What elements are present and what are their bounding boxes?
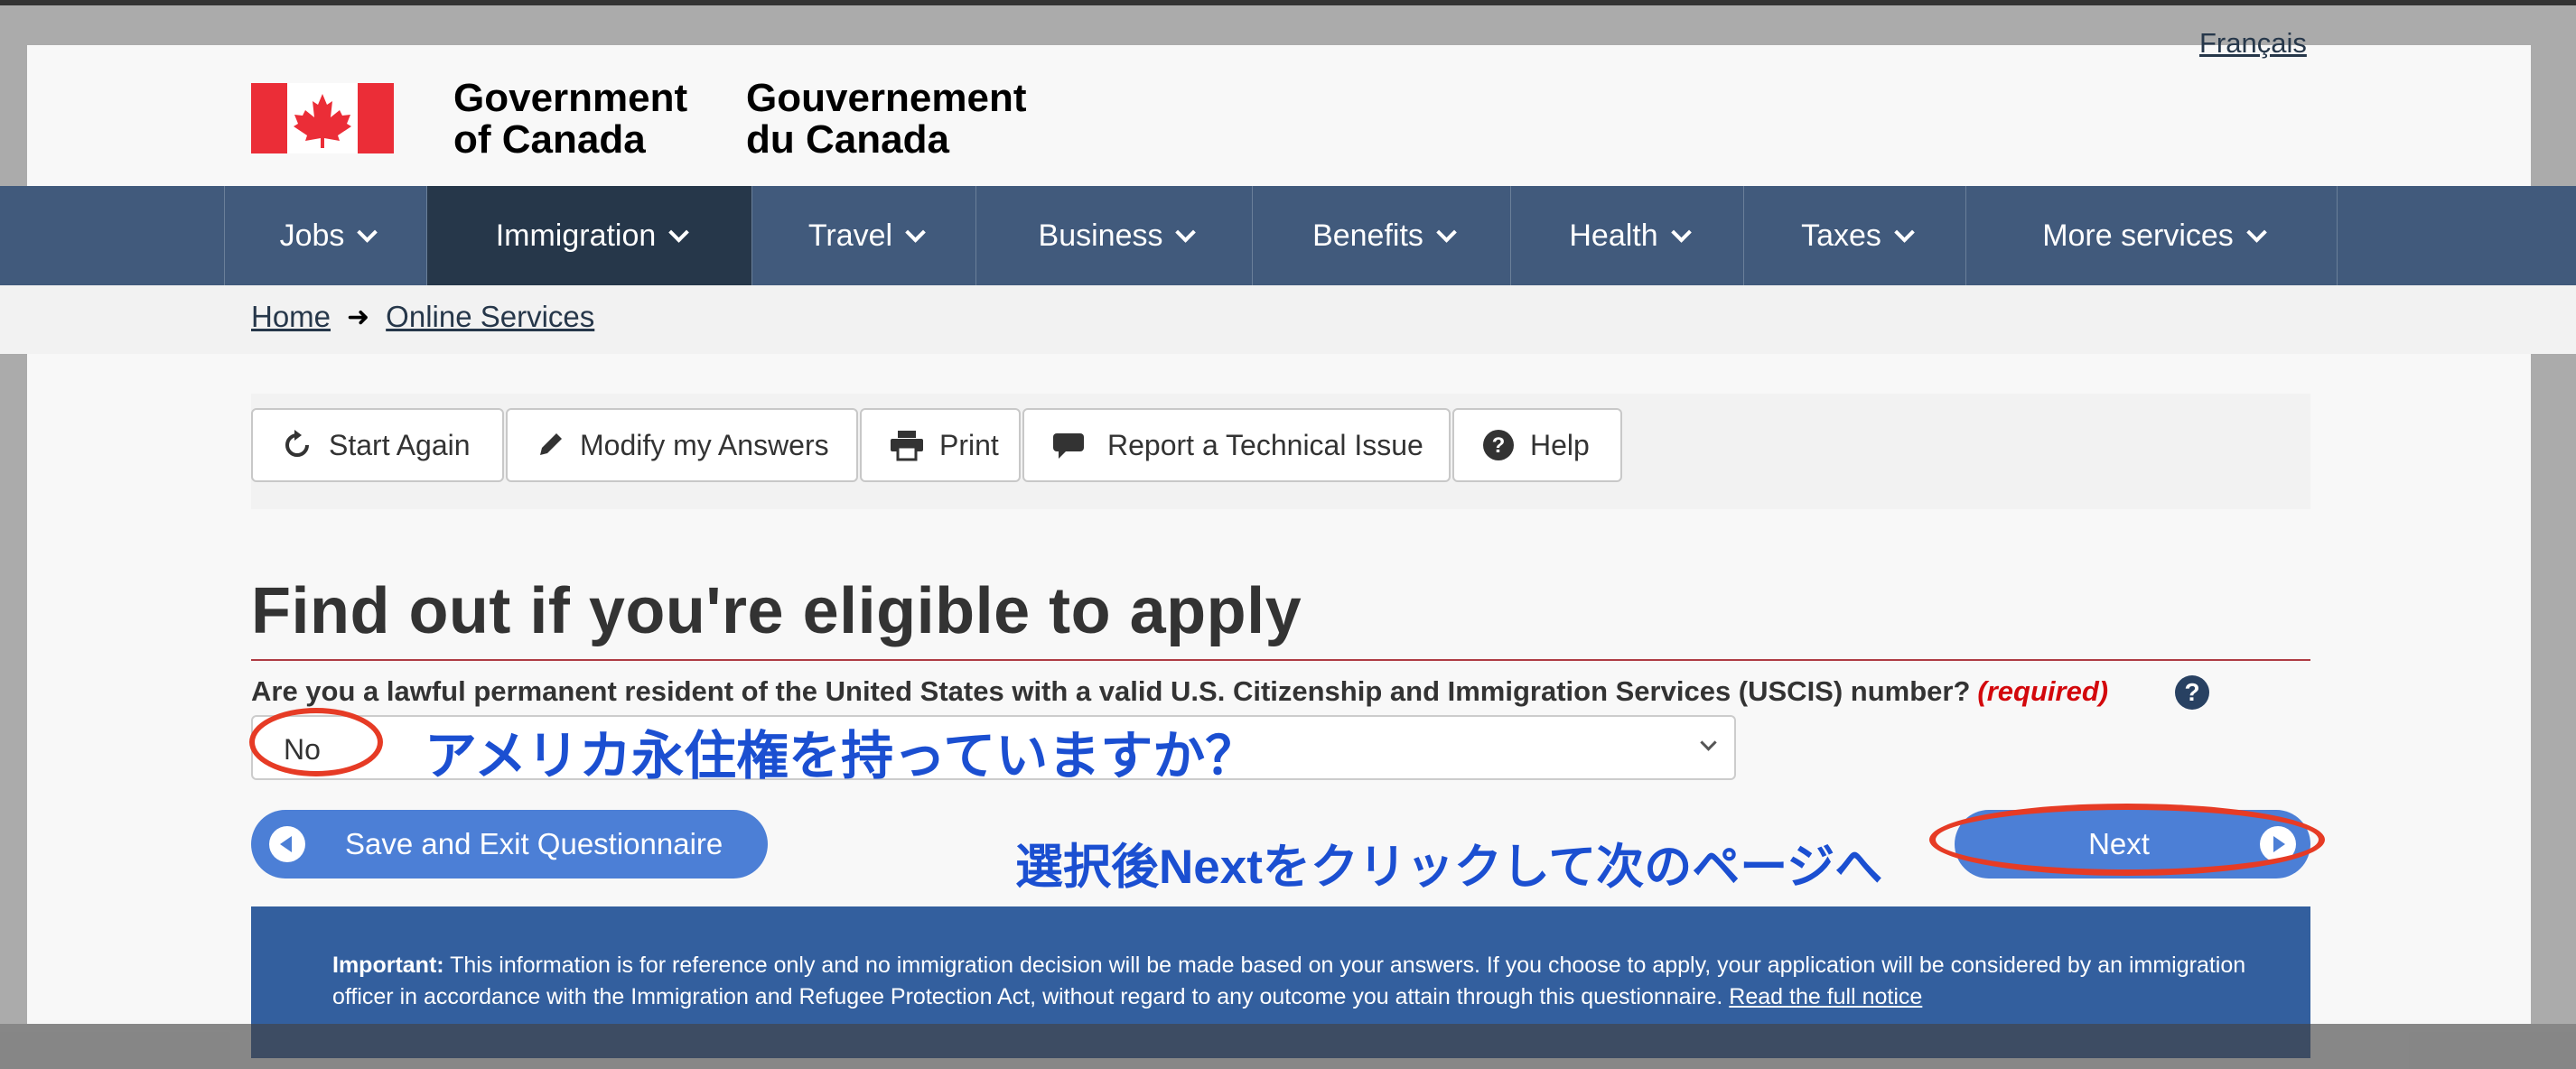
overlay-top xyxy=(0,5,2576,45)
menu-item-travel[interactable]: Travel xyxy=(751,186,975,285)
arrow-left-circle-icon xyxy=(269,826,305,862)
chevron-down-icon xyxy=(1894,222,1915,243)
menu-divider xyxy=(2337,186,2338,285)
brand-french: Gouvernement du Canada xyxy=(746,78,1027,161)
required-marker: (required) xyxy=(1977,675,2109,707)
breadcrumb-home-link[interactable]: Home xyxy=(251,300,331,334)
annotation-ring-select xyxy=(249,708,383,776)
report-issue-label: Report a Technical Issue xyxy=(1107,428,1423,461)
help-button[interactable]: ? Help xyxy=(1452,408,1622,482)
print-label: Print xyxy=(939,428,999,461)
chevron-down-icon xyxy=(1436,222,1457,243)
printer-icon xyxy=(891,431,923,461)
menu-item-label: Taxes xyxy=(1801,218,1881,253)
menu-item-label: Immigration xyxy=(495,218,657,253)
chevron-down-icon xyxy=(357,222,378,243)
chevron-down-icon xyxy=(1670,222,1692,243)
page-title: Find out if you're eligible to apply xyxy=(251,575,1302,647)
start-again-button[interactable]: Start Again xyxy=(251,408,504,482)
breadcrumb: Home ➜ Online Services xyxy=(251,300,594,334)
menu-item-label: Jobs xyxy=(279,218,345,253)
refresh-icon xyxy=(285,430,309,457)
chat-bubble-icon xyxy=(1053,433,1084,459)
menu-item-jobs[interactable]: Jobs xyxy=(224,186,426,285)
canada-flag-icon xyxy=(251,83,394,153)
menu-item-immigration[interactable]: Immigration xyxy=(426,186,751,285)
svg-text:?: ? xyxy=(1492,433,1506,458)
menu-item-label: Health xyxy=(1569,218,1658,253)
brand-fr-line1: Gouvernement xyxy=(746,76,1027,120)
menu-item-label: Benefits xyxy=(1312,218,1423,253)
report-issue-button[interactable]: Report a Technical Issue xyxy=(1022,408,1451,482)
chevron-down-icon xyxy=(1175,222,1197,243)
language-toggle-link[interactable]: Français xyxy=(2199,27,2307,60)
menu-item-health[interactable]: Health xyxy=(1510,186,1743,285)
save-exit-button[interactable]: Save and Exit Questionnaire xyxy=(251,810,768,878)
menu-item-taxes[interactable]: Taxes xyxy=(1743,186,1965,285)
start-again-label: Start Again xyxy=(329,428,471,461)
help-label: Help xyxy=(1530,428,1590,461)
menu-item-label: Travel xyxy=(807,218,893,253)
brand-en-line2: of Canada xyxy=(453,117,646,162)
pencil-icon xyxy=(540,433,562,455)
annotation-ring-next xyxy=(1929,804,2325,876)
print-button[interactable]: Print xyxy=(860,408,1021,482)
modify-answers-button[interactable]: Modify my Answers xyxy=(506,408,858,482)
menu-item-label: More services xyxy=(2042,218,2234,253)
breadcrumb-online-services-link[interactable]: Online Services xyxy=(386,300,594,334)
brand-fr-line2: du Canada xyxy=(746,117,949,162)
main-menu: Jobs Immigration Travel Business Benefit… xyxy=(0,186,2576,285)
menu-item-more-services[interactable]: More services xyxy=(1965,186,2337,285)
title-underline xyxy=(251,659,2310,661)
question-circle-icon: ? xyxy=(1483,430,1514,460)
brand-en-line1: Government xyxy=(453,76,688,120)
question-text: Are you a lawful permanent resident of t… xyxy=(251,675,1971,707)
read-full-notice-link[interactable]: Read the full notice xyxy=(1729,984,1922,1009)
overlay-bottom xyxy=(0,1024,2576,1069)
save-exit-label: Save and Exit Questionnaire xyxy=(345,827,723,860)
notice-text-block: Important: This information is for refer… xyxy=(332,950,2265,1013)
brand-english: Government of Canada xyxy=(453,78,687,161)
question-label: Are you a lawful permanent resident of t… xyxy=(251,675,2108,708)
notice-label: Important: xyxy=(332,953,444,978)
chevron-down-icon xyxy=(905,222,926,243)
menu-item-benefits[interactable]: Benefits xyxy=(1252,186,1510,285)
chevron-down-icon xyxy=(668,222,690,243)
annotation-next-note: 選択後Nextをクリックして次のページへ xyxy=(1015,841,1883,894)
notice-body: This information is for reference only a… xyxy=(332,953,2246,1009)
chevron-down-icon xyxy=(2246,222,2267,243)
annotation-select-note: アメリカ永住権を持っていますか？ xyxy=(425,727,1258,785)
arrow-right-icon: ➜ xyxy=(347,302,370,332)
chevron-down-icon xyxy=(1700,734,1717,751)
menu-item-business[interactable]: Business xyxy=(975,186,1252,285)
question-help-icon[interactable]: ? xyxy=(2175,675,2209,710)
modify-answers-label: Modify my Answers xyxy=(580,428,829,461)
menu-item-label: Business xyxy=(1038,218,1163,253)
